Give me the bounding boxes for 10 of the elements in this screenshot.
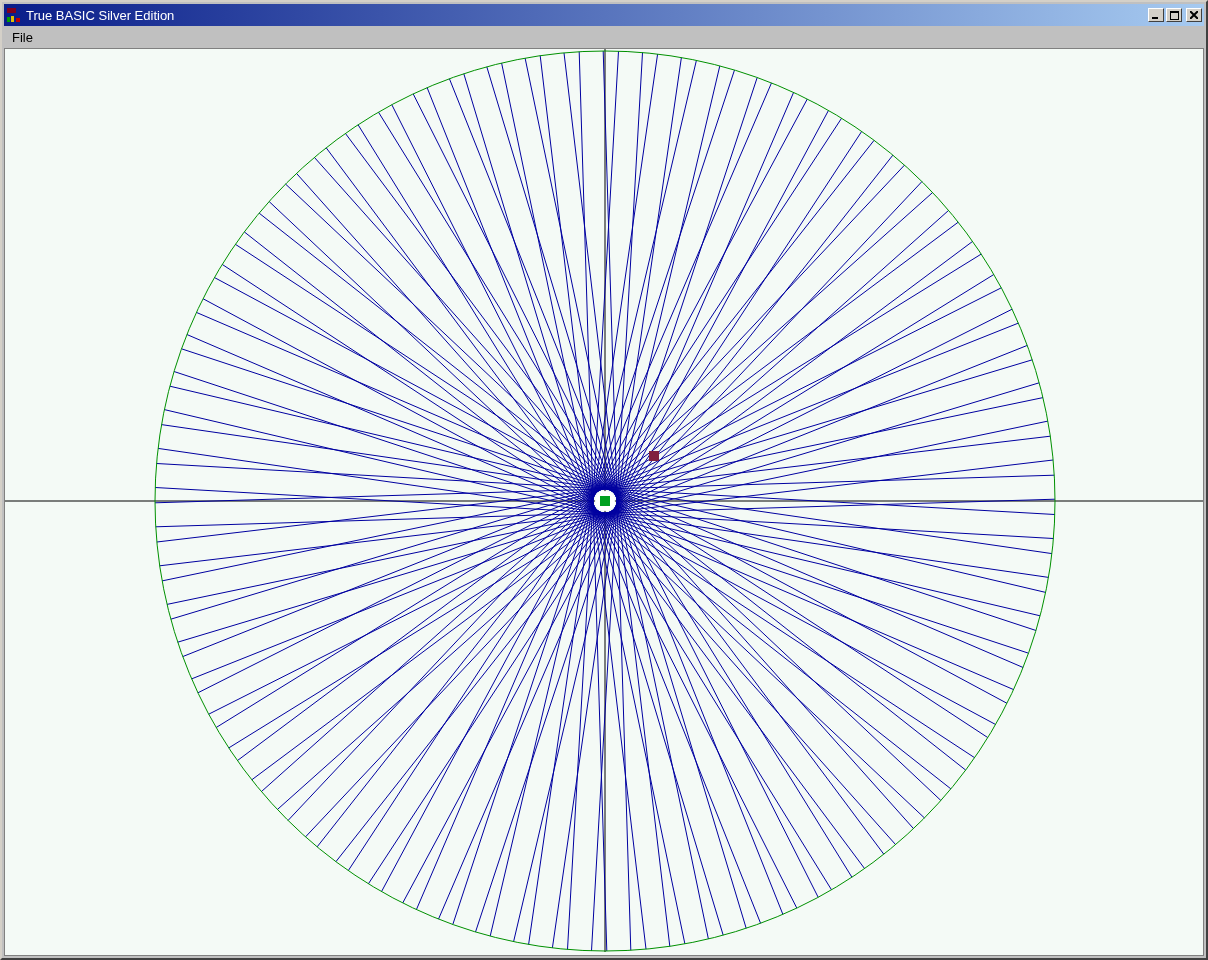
close-icon [1190, 11, 1198, 19]
maximize-icon [1169, 10, 1179, 20]
close-button[interactable] [1186, 8, 1202, 22]
center-marker [600, 496, 610, 506]
minimize-button[interactable] [1148, 8, 1164, 22]
maximize-button[interactable] [1166, 8, 1182, 22]
menu-item[interactable]: File [8, 29, 37, 45]
square-marker [649, 451, 659, 461]
app-icon [6, 7, 22, 23]
window-title: True BASIC Silver Edition [26, 7, 176, 23]
